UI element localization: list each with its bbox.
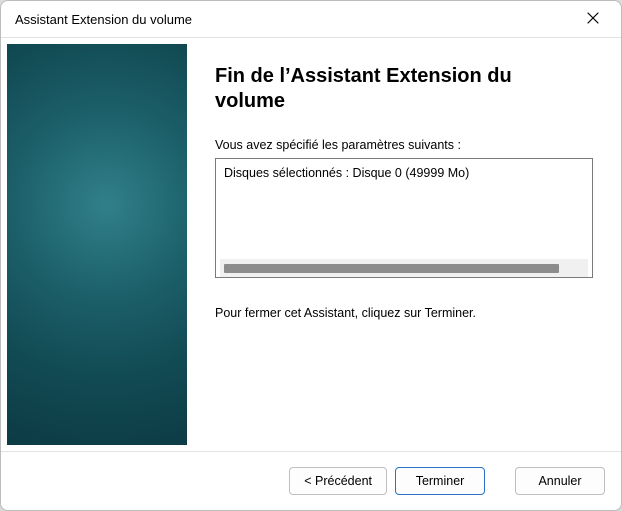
scrollbar-track [224, 262, 584, 274]
close-icon [587, 12, 599, 27]
scrollbar-thumb[interactable] [224, 264, 559, 273]
back-button[interactable]: < Précédent [289, 467, 387, 495]
intro-text: Vous avez spécifié les paramètres suivan… [215, 138, 597, 152]
window-title: Assistant Extension du volume [15, 12, 571, 27]
summary-list: Disques sélectionnés : Disque 0 (49999 M… [220, 163, 588, 259]
summary-box: Disques sélectionnés : Disque 0 (49999 M… [215, 158, 593, 278]
wizard-side-banner [7, 44, 187, 445]
content-area: Fin de l’Assistant Extension du volume V… [1, 37, 621, 452]
horizontal-scrollbar[interactable] [220, 259, 588, 277]
page-title: Fin de l’Assistant Extension du volume [215, 64, 575, 114]
summary-line: Disques sélectionnés : Disque 0 (49999 M… [224, 165, 584, 183]
close-button[interactable] [571, 4, 615, 34]
title-bar: Assistant Extension du volume [1, 1, 621, 37]
button-row: < Précédent Terminer Annuler [1, 452, 621, 510]
finish-button[interactable]: Terminer [395, 467, 485, 495]
wizard-window: Assistant Extension du volume Fin de l’A… [0, 0, 622, 511]
cancel-button[interactable]: Annuler [515, 467, 605, 495]
wizard-main-panel: Fin de l’Assistant Extension du volume V… [187, 44, 611, 445]
close-instruction: Pour fermer cet Assistant, cliquez sur T… [215, 306, 597, 320]
